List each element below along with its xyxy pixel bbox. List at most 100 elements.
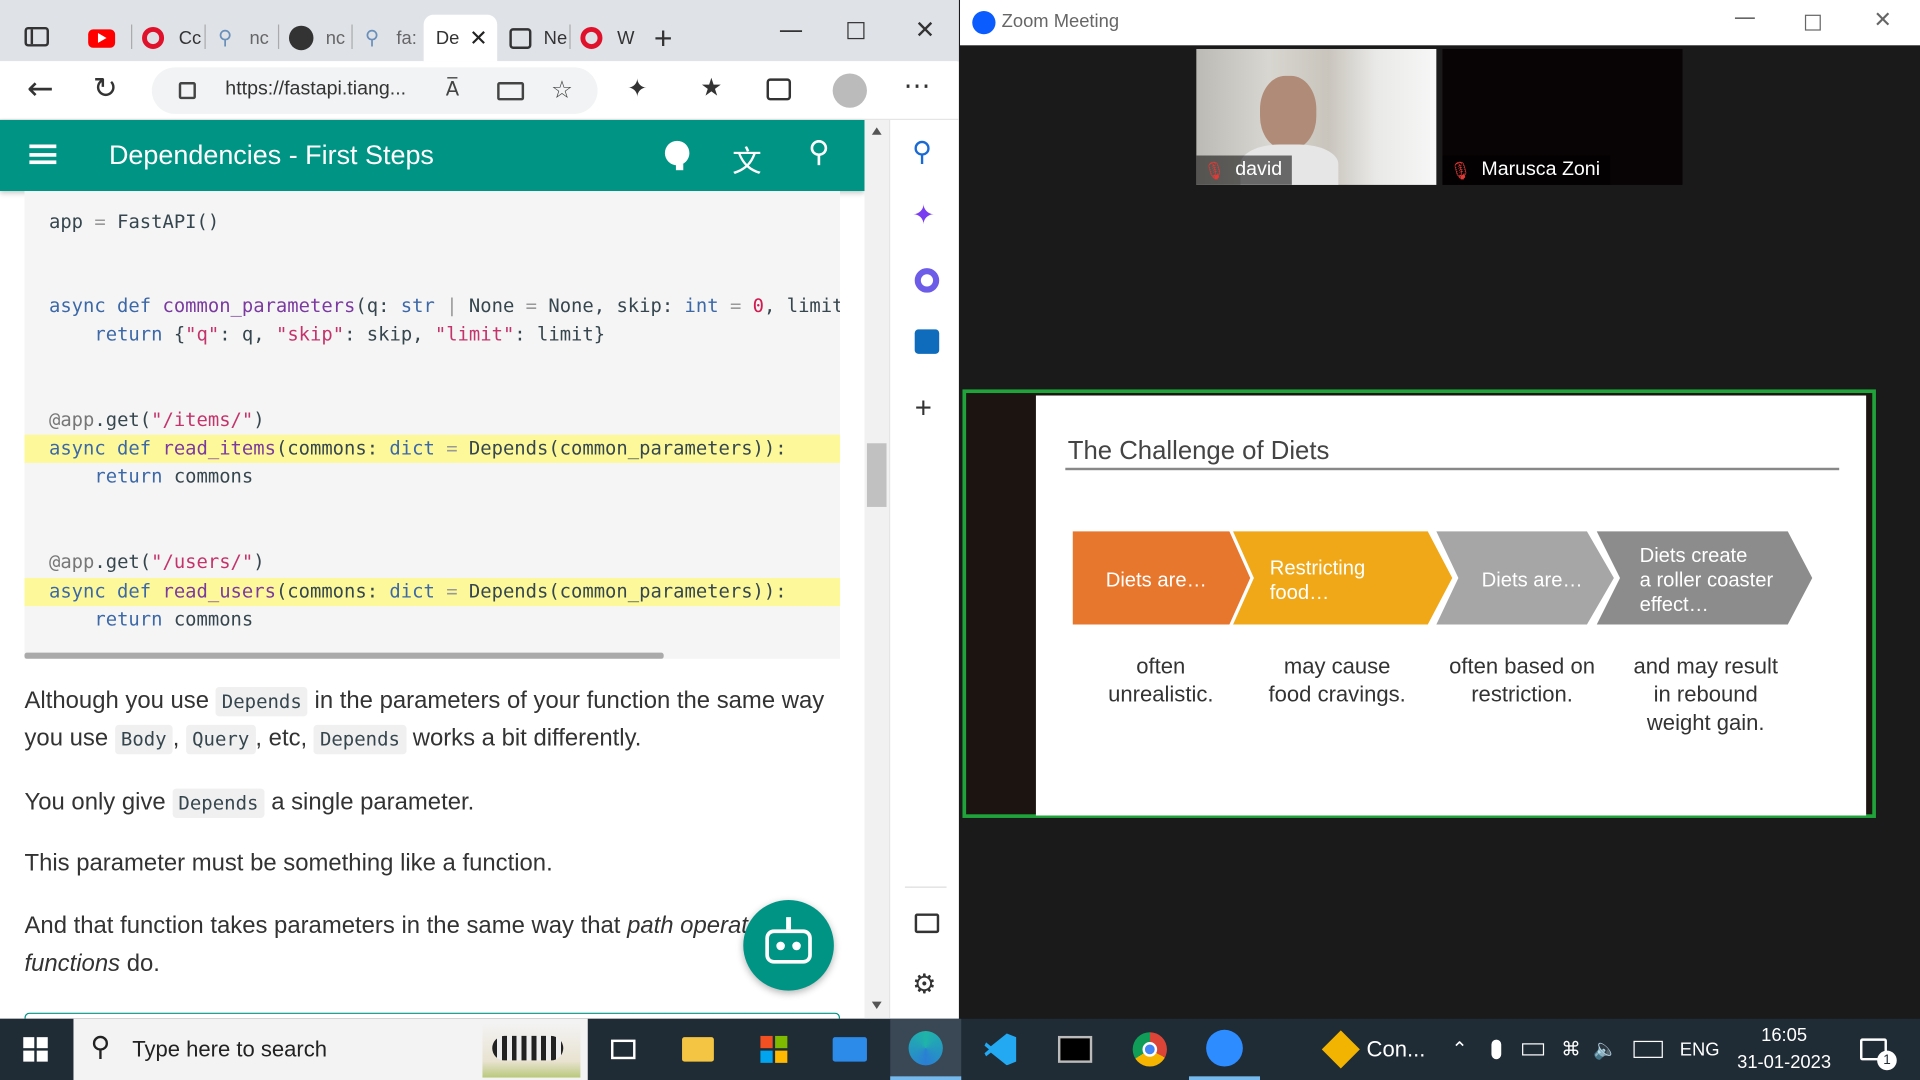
volume-icon[interactable]: 🔈	[1589, 1019, 1621, 1080]
outlook-icon[interactable]	[914, 329, 940, 354]
taskbar-search-box[interactable]: ⚲ Type here to search	[73, 1018, 588, 1080]
read-aloud-icon[interactable]: A̅	[446, 77, 459, 100]
text: ,	[172, 724, 180, 752]
scroll-thumb[interactable]	[866, 443, 887, 507]
tab-2[interactable]: ⚲ nc	[206, 15, 280, 62]
vscode-button[interactable]	[965, 1019, 1036, 1080]
copilot-icon[interactable]: ✦	[912, 201, 935, 232]
task-view-button[interactable]	[588, 1019, 659, 1080]
minimize-button[interactable]: —	[1734, 5, 1756, 31]
vscode-icon	[984, 1033, 1017, 1066]
start-button[interactable]	[0, 1019, 71, 1080]
text: in the parameters of your function the s…	[314, 686, 825, 714]
step-label: Diets are…	[1105, 569, 1207, 592]
clock[interactable]: 16:05 31-01-2023	[1729, 1019, 1839, 1080]
code-horizontal-scrollbar[interactable]	[24, 652, 664, 659]
zoom-taskbar-button[interactable]	[1188, 1019, 1261, 1080]
more-menu-icon[interactable]: ⋯	[904, 71, 931, 102]
favorites-icon[interactable]: ★	[700, 72, 722, 101]
terminal-button[interactable]	[1040, 1019, 1111, 1080]
tab-4[interactable]: ⚲ fa:	[353, 15, 424, 62]
video-tile-marusca[interactable]: 🎙 Marusca Zoni	[1442, 48, 1683, 185]
page-vertical-scrollbar[interactable]	[864, 120, 889, 1019]
tab-1[interactable]: Cc	[132, 15, 206, 62]
app-taskbar-button[interactable]: Con...	[1313, 1019, 1435, 1080]
microphone-icon[interactable]	[1482, 1019, 1511, 1080]
text: And that function takes parameters in th…	[24, 912, 621, 940]
refresh-button[interactable]: ↻	[93, 71, 118, 105]
step-caption: may cause food cravings.	[1268, 653, 1406, 707]
tab-active[interactable]: De ✕	[423, 14, 498, 62]
video-tile-david[interactable]: 🎙 david	[1196, 48, 1437, 185]
tab-6[interactable]: Ne	[502, 15, 571, 62]
url-field[interactable]: https://fastapi.tiang... A̅ ☆	[151, 67, 598, 114]
menu-icon[interactable]	[29, 144, 57, 165]
back-button[interactable]: ←	[27, 71, 54, 108]
battery-icon[interactable]	[1518, 1019, 1547, 1080]
participant-label: 🎙 Marusca Zoni	[1442, 155, 1610, 185]
keyboard-icon[interactable]	[1629, 1019, 1668, 1080]
reader-view-icon[interactable]	[497, 82, 525, 101]
edge-button[interactable]	[890, 1018, 962, 1080]
step-label: Diets create a roller coaster effect…	[1639, 544, 1774, 616]
maximize-button[interactable]	[1804, 14, 1821, 31]
mail-button[interactable]	[814, 1019, 885, 1080]
muted-mic-icon: 🎙	[1449, 159, 1472, 180]
close-window-button[interactable]: ✕	[915, 15, 936, 44]
maximize-button[interactable]	[847, 22, 865, 40]
show-hidden-icons-button[interactable]: ⌃	[1445, 1019, 1474, 1080]
file-explorer-button[interactable]	[662, 1019, 733, 1080]
tab-7[interactable]: W	[571, 15, 644, 62]
mail-icon	[832, 1037, 867, 1062]
code-block: app = FastAPI() async def common_paramet…	[24, 191, 841, 659]
search-icon[interactable]: ⚲	[912, 137, 932, 168]
language-indicator[interactable]: ENG	[1675, 1019, 1724, 1080]
tab-youtube[interactable]	[71, 15, 133, 62]
docs-header: Dependencies - First Steps 文 ⚲	[0, 120, 865, 192]
profile-avatar[interactable]	[832, 73, 867, 108]
divider	[904, 886, 947, 888]
scroll-down-arrow[interactable]	[871, 1001, 882, 1009]
add-sidebar-app-icon[interactable]: +	[915, 392, 932, 426]
lightbulb-icon[interactable]	[664, 140, 690, 166]
settings-gear-icon[interactable]: ⚙	[912, 970, 936, 1001]
scroll-up-arrow[interactable]	[871, 127, 882, 135]
search-icon[interactable]: ⚲	[808, 135, 830, 169]
chrome-icon	[1132, 1032, 1167, 1067]
edge-sidebar: ⚲ ✦ + ⚙	[888, 120, 959, 1019]
store-button[interactable]	[738, 1019, 809, 1080]
window-title: Zoom Meeting	[1001, 11, 1120, 32]
step-caption: and may result in rebound weight gain.	[1633, 653, 1779, 735]
collections-icon[interactable]	[766, 78, 792, 101]
text: a single parameter.	[271, 788, 475, 816]
minimize-button[interactable]: —	[779, 15, 803, 44]
extensions-icon[interactable]: ✦	[627, 73, 648, 102]
text: you use	[24, 724, 109, 752]
notification-center-button[interactable]: 1	[1849, 1019, 1898, 1080]
hide-sidebar-icon[interactable]	[914, 913, 940, 934]
opera-icon	[580, 26, 603, 49]
chrome-button[interactable]	[1114, 1019, 1185, 1080]
code-line: return commons	[94, 465, 254, 488]
translate-icon[interactable]: 文	[732, 137, 761, 180]
tab-3[interactable]: nc	[279, 15, 353, 62]
close-tab-icon[interactable]: ✕	[469, 25, 487, 51]
tab-strip: Cc ⚲ nc nc ⚲ fa: De ✕ Ne W + — ✕	[0, 0, 959, 62]
time: 16:05	[1761, 1024, 1808, 1046]
slide-title: The Challenge of Diets	[1067, 437, 1330, 466]
add-favorite-icon[interactable]: ☆	[551, 75, 573, 104]
chatbot-button[interactable]	[743, 900, 834, 991]
paragraph-4: And that function takes parameters in th…	[24, 907, 747, 945]
text: do.	[126, 950, 160, 978]
notification-icon: 1	[1860, 1038, 1897, 1071]
wifi-icon[interactable]: ⌘	[1555, 1019, 1587, 1080]
tab-label: W	[617, 27, 635, 49]
office-icon[interactable]	[914, 268, 940, 293]
paragraph-1-line-2: you use Body, Query, etc, Depends works …	[24, 720, 641, 759]
new-tab-button[interactable]: +	[654, 20, 673, 58]
step-caption: often unrealistic.	[1108, 653, 1214, 707]
tab-actions-icon[interactable]	[24, 26, 49, 47]
code-line: async def common_parameters(q: str | Non…	[48, 295, 840, 318]
code-line: @app.get("/users/")	[48, 551, 265, 574]
close-window-button[interactable]: ✕	[1873, 7, 1891, 33]
